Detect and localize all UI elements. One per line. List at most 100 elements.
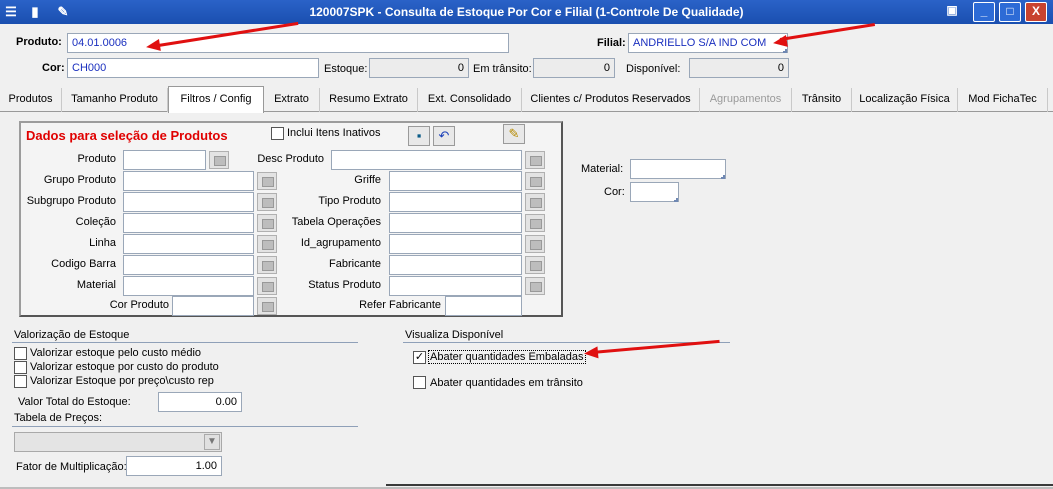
annotation-arrowhead-embaladas	[583, 346, 599, 360]
produto-label: Produto:	[16, 36, 62, 48]
filter-produto-lookup-icon[interactable]	[209, 151, 229, 169]
valorizar-custo-medio-label: Valorizar estoque pelo custo médio	[30, 347, 202, 359]
window-title: 120007SPK - Consulta de Estoque Por Cor …	[309, 5, 744, 19]
abater-transito-checkbox[interactable]	[413, 376, 426, 389]
filter-id-agrupamento-input[interactable]	[389, 234, 522, 254]
filter-status-produto-input[interactable]	[389, 276, 522, 296]
filter-tabela-operacoes-input[interactable]	[389, 213, 522, 233]
filter-status-produto-lookup-icon[interactable]	[525, 277, 545, 295]
filial-field[interactable]: ANDRIELLO S/A IND COM	[628, 33, 788, 53]
filter-label-status-produto: Status Produto	[308, 279, 381, 291]
filter-linha-input[interactable]	[123, 234, 254, 254]
filter-label-fabricante: Fabricante	[329, 258, 381, 270]
filter-label-grupo: Grupo Produto	[43, 174, 116, 186]
broom-icon[interactable]: ✎	[503, 124, 525, 144]
abater-embaladas-checkbox[interactable]: ✓	[413, 351, 426, 364]
cor-side-label: Cor:	[604, 186, 625, 198]
filter-fabricante-lookup-icon[interactable]	[525, 256, 545, 274]
material-lookup-corner	[721, 175, 725, 179]
filter-cor-produto-lookup-icon[interactable]	[257, 297, 277, 315]
minimize-button[interactable]: _	[973, 2, 995, 22]
valorizar-custo-produto-checkbox[interactable]	[14, 361, 27, 374]
valorizar-custo-medio-checkbox[interactable]	[14, 347, 27, 360]
disponivel-label: Disponível:	[626, 63, 681, 75]
filter-desc-produto-lookup-icon[interactable]	[525, 151, 545, 169]
tab-bar: Produtos Tamanho Produto Filtros / Confi…	[0, 86, 1053, 113]
picture-icon[interactable]: ▣	[941, 2, 963, 22]
cor-field[interactable]: CH000	[67, 58, 319, 78]
filter-id-agrupamento-lookup-icon[interactable]	[525, 235, 545, 253]
filter-fabricante-input[interactable]	[389, 255, 522, 275]
tab-resumo-extrato[interactable]: Resumo Extrato	[320, 88, 418, 112]
fator-label: Fator de Multiplicação:	[16, 461, 127, 473]
filter-label-linha: Linha	[89, 237, 116, 249]
tab-ext-consolidado[interactable]: Ext. Consolidado	[418, 88, 522, 112]
produto-field[interactable]: 04.01.0006	[67, 33, 509, 53]
cor-label: Cor:	[42, 62, 65, 74]
filter-codigo-barra-input[interactable]	[123, 255, 254, 275]
valorizacao-divider	[12, 342, 358, 343]
filter-tipo-produto-input[interactable]	[389, 192, 522, 212]
maximize-button[interactable]: □	[999, 2, 1021, 22]
title-bar: ☰ ▮ ✎ 120007SPK - Consulta de Estoque Po…	[0, 0, 1053, 24]
filter-desc-produto-input[interactable]	[331, 150, 522, 170]
tab-produtos[interactable]: Produtos	[0, 88, 62, 112]
fator-field[interactable]: 1.00	[126, 456, 222, 476]
tab-mod-fichatec[interactable]: Mod FichaTec	[958, 88, 1048, 112]
tab-clientes-reservados[interactable]: Clientes c/ Produtos Reservados	[522, 88, 700, 112]
undo-icon[interactable]: ↶	[433, 126, 455, 146]
transito-label: Em trânsito:	[473, 63, 532, 75]
tab-agrupamentos: Agrupamentos	[700, 88, 792, 112]
filter-tabela-operacoes-lookup-icon[interactable]	[525, 214, 545, 232]
tab-tamanho-produto[interactable]: Tamanho Produto	[62, 88, 168, 112]
filter-material-input[interactable]	[123, 276, 254, 296]
estoque-label: Estoque:	[324, 63, 368, 75]
filter-label-cor-produto: Cor Produto	[109, 299, 169, 311]
filter-label-codigo-barra: Codigo Barra	[51, 258, 116, 270]
tabela-precos-select[interactable]: ▼	[14, 432, 222, 452]
filter-label-id-agrupamento: Id_agrupamento	[300, 237, 381, 249]
filter-cor-produto-input[interactable]	[172, 296, 254, 316]
filter-label-subgrupo: Subgrupo Produto	[26, 195, 116, 207]
tab-transito[interactable]: Trânsito	[792, 88, 852, 112]
incluir-inativos-checkbox[interactable]	[271, 127, 284, 140]
filter-subgrupo-input[interactable]	[123, 192, 254, 212]
tabela-precos-label: Tabela de Preços:	[14, 412, 103, 424]
close-button[interactable]: X	[1025, 2, 1047, 22]
valorizar-preco-rep-checkbox[interactable]	[14, 375, 27, 388]
transito-value: 0	[533, 58, 615, 78]
tab-filtros-config[interactable]: Filtros / Config	[168, 86, 264, 113]
filter-colecao-input[interactable]	[123, 213, 254, 233]
filter-griffe-lookup-icon[interactable]	[525, 172, 545, 190]
filial-lookup-corner	[783, 49, 787, 53]
save-icon[interactable]: ▪	[408, 126, 430, 146]
filial-label: Filial:	[597, 37, 626, 49]
estoque-value: 0	[369, 58, 469, 78]
material-field[interactable]	[630, 159, 726, 179]
cor-lookup-corner	[674, 198, 678, 202]
filter-label-refer-fabricante: Refer Fabricante	[359, 299, 441, 311]
bottom-scroll-edge	[386, 484, 1053, 486]
filter-label-produto: Produto	[77, 153, 116, 165]
filter-tipo-produto-lookup-icon[interactable]	[525, 193, 545, 211]
valor-total-field[interactable]: 0.00	[158, 392, 242, 412]
cor-side-field[interactable]	[630, 182, 679, 202]
filter-label-colecao: Coleção	[75, 216, 116, 228]
filter-produto-input[interactable]	[123, 150, 206, 170]
annotation-arrowhead-produto	[145, 38, 161, 54]
tab-localizacao-fisica[interactable]: Localização Física	[852, 88, 958, 112]
tab-extrato[interactable]: Extrato	[264, 88, 320, 112]
filter-label-griffe: Griffe	[354, 174, 381, 186]
valorizar-preco-rep-label: Valorizar Estoque por preço\custo rep	[30, 375, 214, 387]
tabela-precos-divider	[12, 426, 358, 427]
valorizacao-title: Valorização de Estoque	[14, 329, 130, 341]
filters-title: Dados para seleção de Produtos	[26, 128, 228, 143]
filter-grupo-input[interactable]	[123, 171, 254, 191]
filter-label-tipo-produto: Tipo Produto	[318, 195, 381, 207]
chevron-down-icon[interactable]: ▼	[204, 434, 220, 450]
incluir-inativos-label: Inclui Itens Inativos	[287, 127, 381, 139]
filter-griffe-input[interactable]	[389, 171, 522, 191]
abater-transito-label: Abater quantidades em trânsito	[430, 377, 583, 389]
valorizar-custo-produto-label: Valorizar estoque por custo do produto	[30, 361, 219, 373]
filter-refer-fabricante-input[interactable]	[445, 296, 522, 316]
